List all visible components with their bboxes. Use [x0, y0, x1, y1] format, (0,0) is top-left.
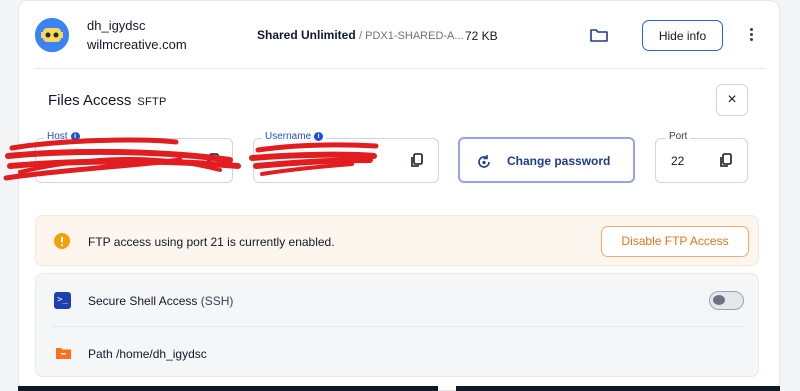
divider	[52, 326, 744, 327]
info-icon: i	[70, 131, 80, 141]
disk-usage: 72 KB	[465, 29, 498, 43]
copy-icon[interactable]	[410, 153, 424, 168]
account-username: dh_igydsc	[87, 18, 146, 33]
folder-icon[interactable]	[589, 27, 609, 43]
plan-info: Shared Unlimited / PDX1-SHARED-A...	[257, 28, 464, 42]
change-password-button[interactable]: Change password	[458, 137, 635, 183]
username-label: Username i	[262, 131, 327, 142]
ssh-toggle[interactable]	[709, 291, 744, 310]
port-label: Port	[666, 131, 691, 142]
files-access-card: dh_igydsc wilmcreative.com Shared Unlimi…	[18, 0, 780, 391]
ssh-label-text: Secure Shell Access	[88, 294, 198, 308]
username-field[interactable]: Username i	[253, 131, 439, 183]
bottom-strip	[456, 386, 780, 391]
port-value: 22	[671, 154, 685, 168]
change-password-label: Change password	[507, 154, 611, 168]
account-row: dh_igydsc wilmcreative.com Shared Unlimi…	[19, 1, 781, 69]
ftp-warning-banner: FTP access using port 21 is currently en…	[35, 215, 759, 266]
host-field[interactable]: Host i	[35, 131, 233, 183]
path-label-text: Path	[88, 347, 113, 361]
ssh-label-suffix: (SSH)	[200, 294, 234, 308]
ssh-label: Secure Shell Access (SSH)	[88, 294, 233, 308]
info-icon: i	[314, 131, 324, 141]
port-field[interactable]: Port 22	[655, 131, 748, 183]
server-name: / PDX1-SHARED-A...	[359, 30, 464, 42]
path-info: Path /home/dh_igydsc	[88, 347, 207, 361]
avatar	[35, 18, 69, 52]
reset-password-icon	[478, 155, 490, 168]
files-access-title: Files Access SFTP	[48, 92, 167, 109]
kebab-menu-icon[interactable]	[745, 26, 757, 46]
files-access-heading: Files Access	[48, 92, 132, 109]
warning-icon	[54, 233, 70, 249]
bottom-strip	[18, 386, 438, 391]
path-value: /home/dh_igydsc	[116, 347, 207, 361]
copy-icon[interactable]	[719, 153, 733, 168]
terminal-icon: >_	[54, 292, 71, 309]
ssh-panel: >_ Secure Shell Access (SSH) Path /home/…	[35, 273, 759, 377]
close-button[interactable]: ×	[716, 84, 748, 116]
folder-path-icon	[56, 348, 71, 359]
protocol-badge: SFTP	[137, 96, 167, 108]
hide-info-button[interactable]: Hide info	[642, 20, 723, 51]
host-label: Host i	[44, 131, 83, 142]
robot-avatar-icon	[35, 18, 69, 52]
account-domain: wilmcreative.com	[87, 37, 187, 52]
plan-name: Shared Unlimited	[257, 28, 356, 42]
copy-icon[interactable]	[206, 153, 220, 168]
toggle-knob	[713, 295, 725, 305]
ftp-message: FTP access using port 21 is currently en…	[88, 235, 335, 249]
disable-ftp-button[interactable]: Disable FTP Access	[601, 226, 749, 257]
divider	[35, 68, 765, 69]
